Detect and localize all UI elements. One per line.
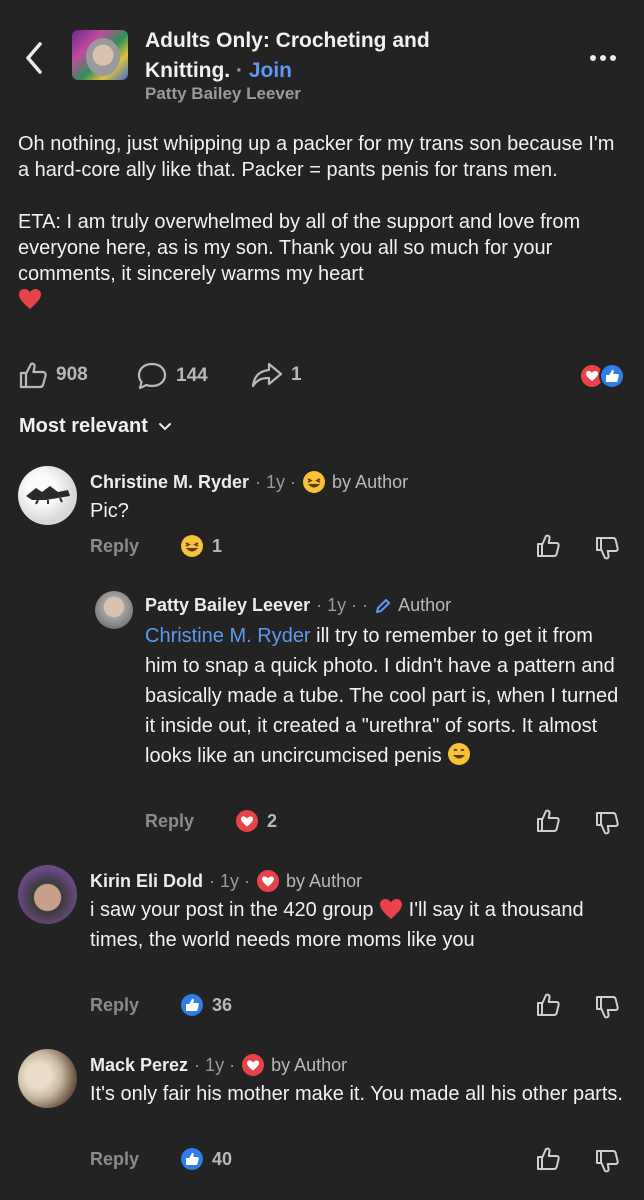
- reply-button[interactable]: Reply: [90, 995, 139, 1016]
- heart-reaction-icon: [242, 1054, 265, 1076]
- reply-button[interactable]: Reply: [145, 811, 194, 832]
- share-button[interactable]: 1: [251, 361, 302, 389]
- share-arrow-icon: [251, 362, 283, 388]
- red-heart-emoji-icon: [380, 899, 403, 919]
- upvote-icon[interactable]: [535, 992, 561, 1018]
- reactions-summary-icon[interactable]: [578, 362, 628, 390]
- author-reacted-badge: by Author: [286, 870, 363, 891]
- reply-button[interactable]: Reply: [90, 536, 139, 557]
- more-options-icon[interactable]: [588, 48, 618, 68]
- comment-author-name[interactable]: Kirin Eli Dold: [90, 871, 203, 892]
- mention-link[interactable]: Christine M. Ryder: [145, 625, 311, 647]
- author-reacted-badge: by Author: [332, 471, 409, 492]
- comment-reactions[interactable]: 1: [180, 534, 222, 558]
- comment-author-row: Christine M. Ryder · 1y · by Author: [90, 470, 408, 494]
- avatar[interactable]: [95, 591, 133, 629]
- comment-reactions[interactable]: 40: [180, 1147, 232, 1171]
- like-reaction-icon: [181, 994, 203, 1016]
- pencil-icon: [376, 598, 391, 613]
- comment-reactions[interactable]: 36: [180, 993, 232, 1017]
- comment-text: i saw your post in the 420 group I'll sa…: [90, 899, 584, 951]
- downvote-icon[interactable]: [594, 994, 620, 1020]
- laughing-reaction-icon: [303, 471, 326, 493]
- chevron-down-icon: [158, 422, 171, 430]
- heart-reaction-icon: [236, 810, 258, 832]
- join-button[interactable]: Join: [249, 59, 292, 82]
- comment-author-row: Patty Bailey Leever · 1y · · Author: [145, 595, 452, 616]
- avatar[interactable]: [18, 865, 77, 924]
- comment-author-name[interactable]: Mack Perez: [90, 1055, 188, 1076]
- like-reaction-icon: [181, 1148, 203, 1170]
- upvote-icon[interactable]: [535, 808, 561, 834]
- comment-author-name[interactable]: Christine M. Ryder: [90, 472, 249, 493]
- author-reacted-badge: by Author: [271, 1054, 348, 1075]
- dog-sled-icon: [26, 486, 70, 505]
- avatar[interactable]: [18, 1049, 77, 1108]
- reply-button[interactable]: Reply: [90, 1149, 139, 1170]
- downvote-icon[interactable]: [594, 535, 620, 561]
- post-paragraph: ETA: I am truly overwhelmed by all of th…: [18, 209, 618, 313]
- comment-count: 144: [176, 365, 208, 386]
- share-count: 1: [291, 364, 302, 385]
- comment-button[interactable]: 144: [136, 361, 208, 391]
- upvote-icon[interactable]: [535, 533, 561, 559]
- like-count: 908: [56, 364, 88, 385]
- laughing-reaction-icon: [181, 535, 203, 557]
- like-button[interactable]: 908: [18, 361, 88, 389]
- post-body: Oh nothing, just whipping up a packer fo…: [18, 131, 618, 313]
- grinning-emoji-icon: [448, 743, 471, 765]
- upvote-icon[interactable]: [535, 1146, 561, 1172]
- comment-author-row: Mack Perez · 1y · by Author: [90, 1053, 347, 1077]
- comment-text: Christine M. Ryder ill try to remember t…: [145, 625, 619, 767]
- group-avatar[interactable]: [72, 30, 128, 80]
- post-author[interactable]: Patty Bailey Leever: [145, 84, 301, 104]
- comment-text: It's only fair his mother make it. You m…: [90, 1083, 623, 1105]
- back-chevron-icon[interactable]: [20, 38, 50, 78]
- thumbs-up-icon: [19, 362, 47, 389]
- author-badge: Author: [398, 595, 452, 615]
- sort-dropdown[interactable]: Most relevant: [19, 415, 172, 438]
- comment-text: Pic?: [90, 500, 129, 522]
- comment-author-name[interactable]: Patty Bailey Leever: [145, 595, 310, 616]
- avatar[interactable]: [18, 466, 77, 525]
- heart-reaction-icon: [257, 870, 280, 892]
- group-title[interactable]: Adults Only: Crocheting and Knitting. · …: [145, 26, 525, 86]
- post-paragraph: Oh nothing, just whipping up a packer fo…: [18, 133, 615, 181]
- comment-reactions[interactable]: 2: [235, 809, 277, 833]
- red-heart-emoji-icon: [19, 289, 41, 309]
- downvote-icon[interactable]: [594, 1148, 620, 1174]
- comment-author-row: Kirin Eli Dold · 1y · by Author: [90, 869, 362, 893]
- downvote-icon[interactable]: [594, 810, 620, 836]
- comment-bubble-icon: [137, 362, 167, 390]
